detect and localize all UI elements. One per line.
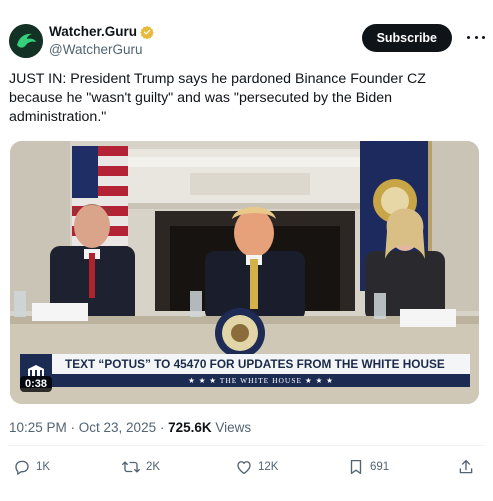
tweet-text: JUST IN: President Trump says he pardone… xyxy=(9,71,426,125)
bookmark-count: 691 xyxy=(370,461,390,473)
tweet-meta: 10:25 PM · Oct 23, 2025 · 725.6K Views xyxy=(9,419,251,437)
video-player[interactable]: TEXT “POTUS” TO 45470 FOR UPDATES FROM T… xyxy=(10,141,479,404)
watcher-guru-logo-icon xyxy=(9,24,43,58)
banner-subtext: ★ ★ ★ THE WHITE HOUSE ★ ★ ★ xyxy=(52,374,470,387)
reply-icon xyxy=(15,460,29,475)
divider xyxy=(9,445,484,446)
repost-button[interactable]: 2K xyxy=(121,458,160,476)
video-duration: 0:38 xyxy=(20,376,53,392)
share-button[interactable] xyxy=(457,458,475,476)
author-name[interactable]: Watcher.Guru xyxy=(49,23,137,40)
heart-icon xyxy=(237,461,251,475)
repost-icon xyxy=(122,461,140,473)
video-banner: TEXT “POTUS” TO 45470 FOR UPDATES FROM T… xyxy=(52,354,470,388)
gold-verified-badge-icon xyxy=(140,25,154,39)
more-horizontal-icon[interactable] xyxy=(467,32,485,42)
bookmark-icon xyxy=(350,459,362,475)
like-count: 12K xyxy=(258,461,279,473)
author-block: Watcher.Guru @WatcherGuru xyxy=(49,23,154,58)
reply-count: 1K xyxy=(36,461,51,473)
tweet-header: Watcher.Guru @WatcherGuru Subscribe xyxy=(9,22,485,60)
avatar[interactable] xyxy=(9,24,43,58)
reply-button[interactable]: 1K xyxy=(13,458,50,476)
views-label: Views xyxy=(211,420,252,435)
timestamp[interactable]: 10:25 PM · Oct 23, 2025 · xyxy=(9,420,168,435)
author-handle[interactable]: @WatcherGuru xyxy=(49,41,154,58)
repost-count: 2K xyxy=(146,461,161,473)
views-count: 725.6K xyxy=(168,420,212,435)
action-bar: 1K 2K 12K 691 xyxy=(13,458,475,478)
bookmark-button[interactable]: 691 xyxy=(347,458,389,476)
share-icon xyxy=(459,459,473,474)
like-button[interactable]: 12K xyxy=(235,458,278,476)
banner-text: TEXT “POTUS” TO 45470 FOR UPDATES FROM T… xyxy=(52,354,470,374)
subscribe-button[interactable]: Subscribe xyxy=(361,24,452,52)
